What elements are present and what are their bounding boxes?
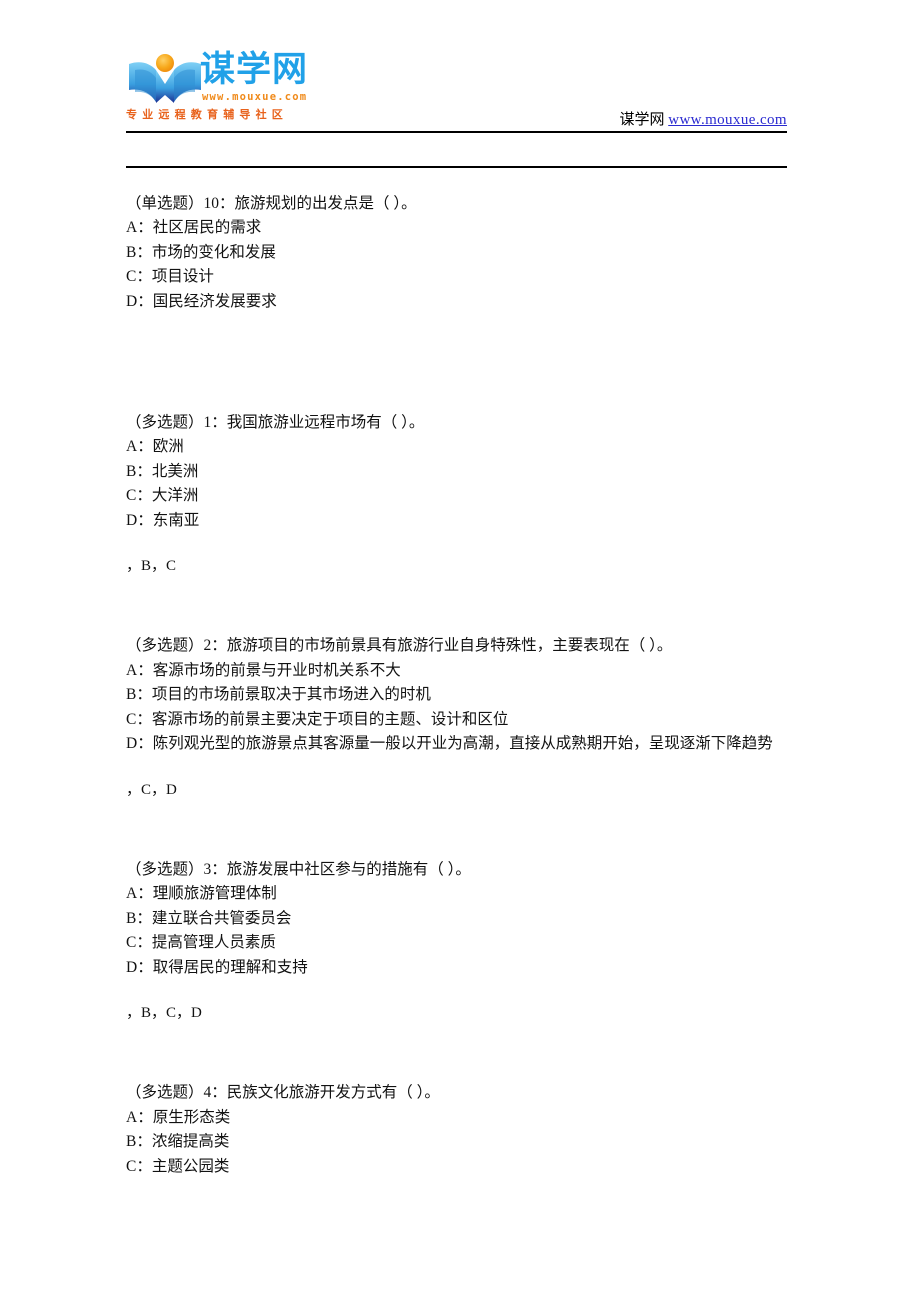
- question-option[interactable]: C：客源市场的前景主要决定于项目的主题、设计和区位: [126, 708, 787, 732]
- question-block: （单选题）10：旅游规划的出发点是（ ）。 A：社区居民的需求 B：市场的变化和…: [126, 192, 787, 314]
- question-option[interactable]: A：原生形态类: [126, 1106, 787, 1130]
- question-option[interactable]: C：提高管理人员素质: [126, 931, 787, 955]
- header-divider-top: [126, 131, 787, 133]
- question-option[interactable]: D：陈列观光型的旅游景点其客源量一般以开业为高潮，直接从成熟期开始，呈现逐渐下降…: [126, 732, 787, 756]
- answer-spacer: [126, 533, 787, 554]
- page-header: 谋学网 www.mouxue.com 专业远程教育辅导社区 谋学网 www.mo…: [126, 44, 787, 128]
- site-logo[interactable]: 谋学网 www.mouxue.com 专业远程教育辅导社区: [126, 44, 446, 128]
- question-option[interactable]: C：主题公园类: [126, 1155, 787, 1179]
- question-answer: ，B，C，D: [126, 1004, 202, 1021]
- document-page: 谋学网 www.mouxue.com 专业远程教育辅导社区 谋学网 www.mo…: [0, 0, 920, 1302]
- question-stem: （单选题）10：旅游规划的出发点是（ ）。: [126, 195, 417, 212]
- question-stem: （多选题）4：民族文化旅游开发方式有（ ）。: [126, 1084, 440, 1102]
- question-block: （多选题）4：民族文化旅游开发方式有（ ）。 A：原生形态类 B：浓缩提高类 C…: [126, 1081, 787, 1179]
- answer-spacer: [126, 980, 787, 1001]
- question-block: （多选题）2：旅游项目的市场前景具有旅游行业自身特殊性，主要表现在（ ）。 A：…: [126, 634, 787, 801]
- question-stem: （多选题）1：我国旅游业远程市场有（ ）。: [126, 414, 425, 432]
- question-answer: ，C，D: [126, 781, 177, 798]
- question-option[interactable]: B：浓缩提高类: [126, 1130, 787, 1154]
- question-option[interactable]: A：客源市场的前景与开业时机关系不大: [126, 659, 787, 683]
- question-option[interactable]: D：东南亚: [126, 509, 787, 533]
- question-option[interactable]: B：北美洲: [126, 460, 787, 484]
- question-block: （多选题）1：我国旅游业远程市场有（ ）。 A：欧洲 B：北美洲 C：大洋洲 D…: [126, 411, 787, 578]
- mouxue-book-sun-logo-icon: [126, 50, 204, 106]
- header-site-credit: 谋学网 www.mouxue.com: [619, 110, 787, 130]
- question-option[interactable]: B：市场的变化和发展: [126, 241, 787, 265]
- logo-url-text: www.mouxue.com: [202, 91, 308, 103]
- question-option[interactable]: D：取得居民的理解和支持: [126, 956, 787, 980]
- logo-tagline: 专业远程教育辅导社区: [126, 108, 288, 121]
- question-option[interactable]: C：大洋洲: [126, 484, 787, 508]
- question-option[interactable]: A：欧洲: [126, 435, 787, 459]
- question-stem: （多选题）2：旅游项目的市场前景具有旅游行业自身特殊性，主要表现在（ ）。: [126, 637, 673, 655]
- question-option[interactable]: B：项目的市场前景取决于其市场进入的时机: [126, 683, 787, 707]
- question-option[interactable]: C：项目设计: [126, 265, 787, 289]
- question-stem: （多选题）3：旅游发展中社区参与的措施有（ ）。: [126, 860, 471, 878]
- answer-spacer: [126, 757, 787, 778]
- question-option[interactable]: D：国民经济发展要求: [126, 290, 787, 314]
- header-site-link[interactable]: www.mouxue.com: [668, 112, 787, 128]
- header-divider-bottom: [126, 166, 787, 168]
- question-option[interactable]: B：建立联合共管委员会: [126, 907, 787, 931]
- question-block: （多选题）3：旅游发展中社区参与的措施有（ ）。 A：理顺旅游管理体制 B：建立…: [126, 858, 787, 1025]
- header-site-name: 谋学网: [619, 112, 665, 128]
- logo-wordmark: 谋学网: [200, 50, 309, 90]
- question-answer: ，B，C: [126, 558, 177, 575]
- question-option[interactable]: A：理顺旅游管理体制: [126, 882, 787, 906]
- question-list: （单选题）10：旅游规划的出发点是（ ）。 A：社区居民的需求 B：市场的变化和…: [126, 192, 787, 1179]
- question-option[interactable]: A：社区居民的需求: [126, 216, 787, 240]
